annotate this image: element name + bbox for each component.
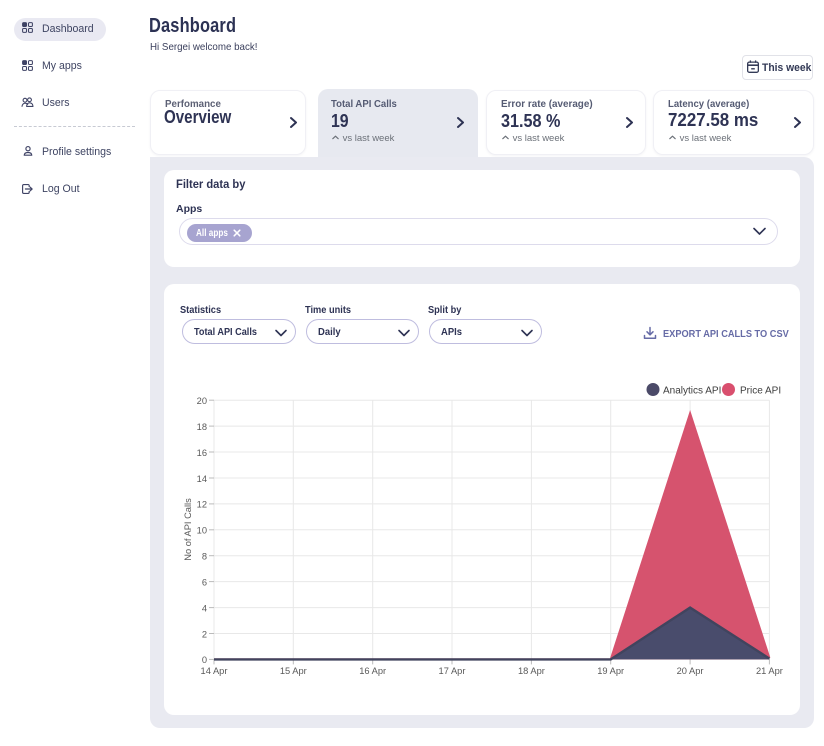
- svg-text:0: 0: [202, 655, 207, 665]
- svg-text:19 Apr: 19 Apr: [597, 666, 624, 676]
- svg-text:8: 8: [202, 552, 207, 562]
- svg-text:4: 4: [202, 603, 207, 613]
- svg-text:2: 2: [202, 629, 207, 639]
- svg-text:16: 16: [197, 448, 207, 458]
- svg-text:No of API Calls: No of API Calls: [183, 498, 193, 561]
- svg-text:14 Apr: 14 Apr: [201, 666, 228, 676]
- svg-text:10: 10: [197, 526, 207, 536]
- svg-text:15 Apr: 15 Apr: [280, 666, 307, 676]
- svg-text:12: 12: [197, 500, 207, 510]
- svg-text:Price API: Price API: [740, 386, 781, 397]
- svg-text:14: 14: [197, 474, 207, 484]
- svg-text:Analytics API: Analytics API: [663, 386, 721, 397]
- svg-text:16 Apr: 16 Apr: [359, 666, 386, 676]
- svg-text:18: 18: [197, 422, 207, 432]
- svg-text:17 Apr: 17 Apr: [439, 666, 466, 676]
- svg-text:20: 20: [197, 396, 207, 406]
- svg-text:18 Apr: 18 Apr: [518, 666, 545, 676]
- svg-text:21 Apr: 21 Apr: [756, 666, 783, 676]
- svg-text:20 Apr: 20 Apr: [677, 666, 704, 676]
- svg-text:6: 6: [202, 577, 207, 587]
